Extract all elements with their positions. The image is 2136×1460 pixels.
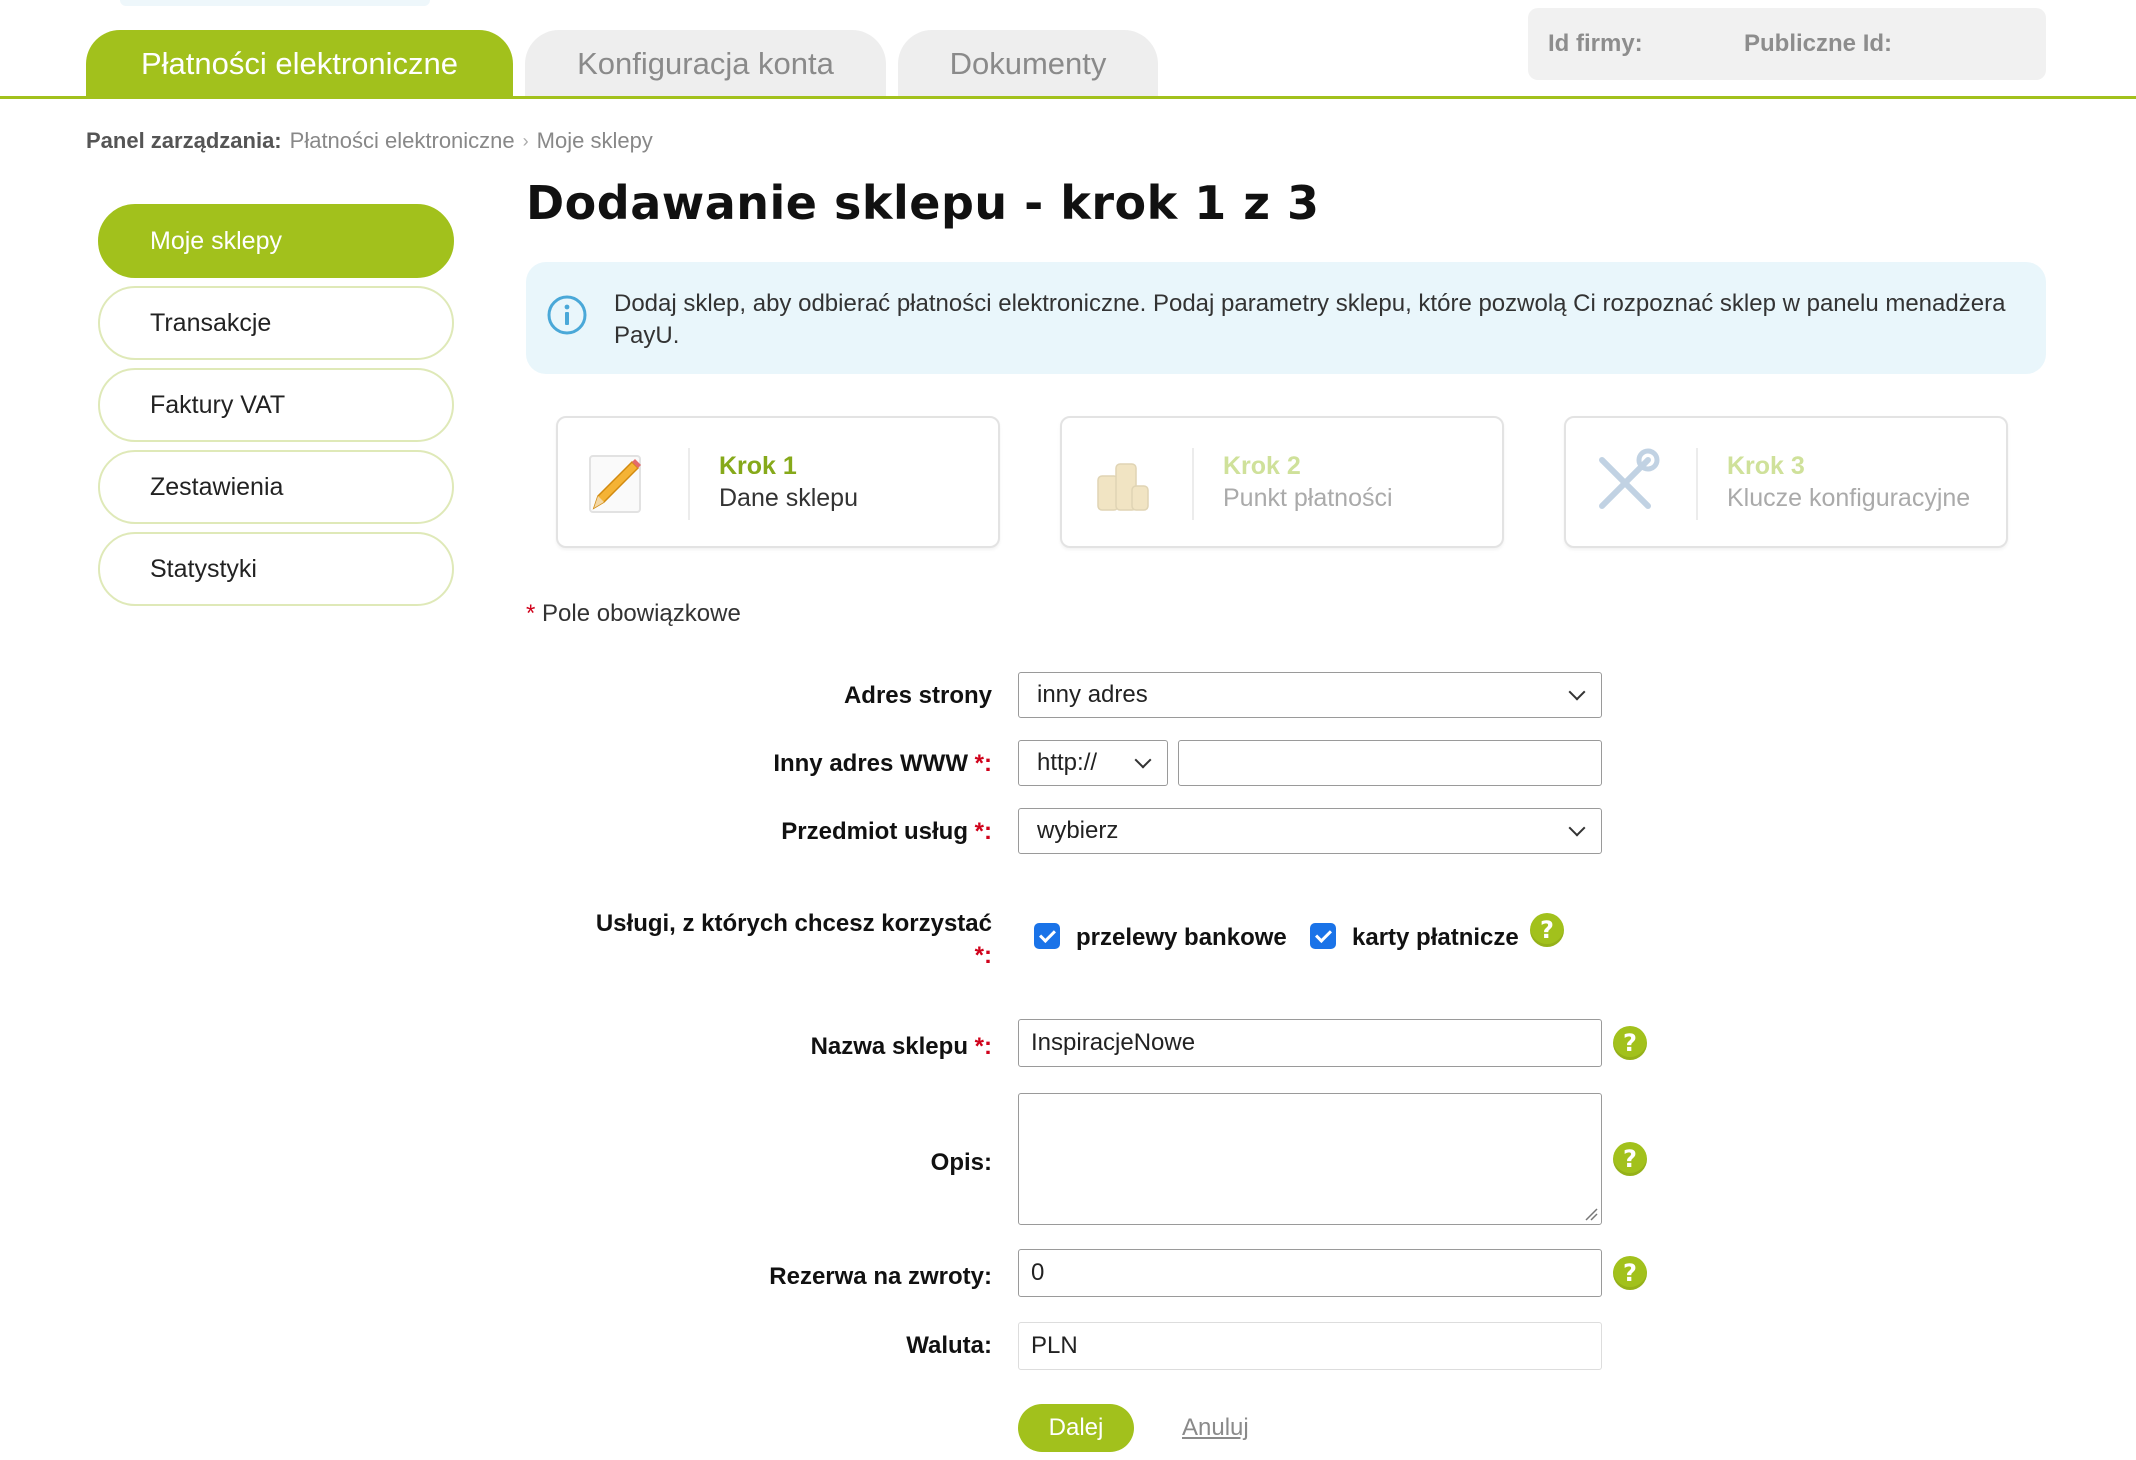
sidebar-item-statistics[interactable]: Statystyki: [98, 532, 454, 606]
step-1: Krok 1 Dane sklepu: [556, 416, 1000, 548]
shop-name-input[interactable]: InspiracjeNowe: [1018, 1019, 1602, 1067]
sidebar: Moje sklepy Transakcje Faktury VAT Zesta…: [98, 204, 454, 614]
description-textarea[interactable]: [1018, 1093, 1602, 1225]
tools-icon: [1599, 448, 1660, 509]
breadcrumb-link-payments[interactable]: Płatności elektroniczne: [290, 128, 515, 154]
public-id-label: Publiczne Id:: [1744, 30, 1893, 57]
step-number: Krok 3: [1727, 452, 1805, 480]
required-note: * Pole obowiązkowe: [526, 600, 741, 628]
payment-cards-label: karty płatnicze: [1352, 924, 1519, 951]
currency-value: PLN: [1031, 1332, 1078, 1359]
step-name: Klucze konfiguracyjne: [1727, 484, 1971, 512]
page-title: Dodawanie sklepu - krok 1 z 3: [526, 176, 1320, 230]
bank-transfers-checkbox[interactable]: [1034, 923, 1060, 949]
help-icon[interactable]: ?: [1613, 1142, 1647, 1176]
tab-account-config[interactable]: Konfiguracja konta: [525, 30, 886, 98]
shop-name-value: InspiracjeNowe: [1031, 1029, 1196, 1056]
address-select[interactable]: inny adres: [1018, 672, 1602, 718]
next-button[interactable]: Dalej: [1018, 1404, 1134, 1452]
top-decoration: [120, 0, 430, 6]
step-name: Punkt płatności: [1223, 484, 1393, 512]
sidebar-item-vat-invoices[interactable]: Faktury VAT: [98, 368, 454, 442]
subject-value: wybierz: [1037, 817, 1119, 844]
refund-reserve-input[interactable]: 0: [1018, 1249, 1602, 1297]
step-name: Dane sklepu: [719, 484, 858, 512]
subject-label: Przedmiot usług *:: [781, 818, 992, 845]
tab-documents[interactable]: Dokumenty: [898, 30, 1158, 98]
bank-transfers-label: przelewy bankowe: [1076, 924, 1287, 951]
company-id-box: Id firmy: Publiczne Id:: [1528, 8, 2046, 80]
step-number: Krok 1: [719, 452, 797, 480]
subject-select[interactable]: wybierz: [1018, 808, 1602, 854]
help-icon[interactable]: ?: [1613, 1256, 1647, 1290]
tab-payments[interactable]: Płatności elektroniczne: [86, 30, 513, 98]
www-input[interactable]: [1178, 740, 1602, 786]
sidebar-item-reports[interactable]: Zestawienia: [98, 450, 454, 524]
coins-icon: [1097, 463, 1149, 511]
protocol-select[interactable]: http://: [1018, 740, 1168, 786]
step-2: Krok 2 Punkt płatności: [1060, 416, 1504, 548]
sidebar-item-transactions[interactable]: Transakcje: [98, 286, 454, 360]
description-label: Opis:: [930, 1149, 992, 1176]
step-divider: [688, 448, 690, 520]
help-icon[interactable]: ?: [1613, 1026, 1647, 1060]
cancel-link[interactable]: Anuluj: [1182, 1414, 1249, 1442]
refund-reserve-label: Rezerwa na zwroty:: [769, 1263, 992, 1290]
resize-grip-icon[interactable]: [1584, 1207, 1598, 1221]
breadcrumb-current: Moje sklepy: [536, 128, 653, 153]
step-divider: [1192, 448, 1194, 520]
info-text: Dodaj sklep, aby odbierać płatności elek…: [614, 290, 2006, 349]
breadcrumb-separator: ›: [522, 130, 529, 151]
refund-reserve-value: 0: [1031, 1259, 1045, 1286]
info-box: Dodaj sklep, aby odbierać płatności elek…: [526, 262, 2046, 374]
currency-field: PLN: [1018, 1322, 1602, 1370]
sidebar-item-my-shops[interactable]: Moje sklepy: [98, 204, 454, 278]
main-tabs: Płatności elektroniczne Konfiguracja kon…: [86, 30, 1158, 98]
breadcrumb: Panel zarządzania: Płatności elektronicz…: [86, 128, 653, 154]
company-id-label: Id firmy:: [1548, 30, 1643, 57]
info-icon: [547, 295, 587, 335]
required-text: Pole obowiązkowe: [542, 600, 741, 627]
step-number: Krok 2: [1223, 452, 1301, 480]
step-3: Krok 3 Klucze konfiguracyjne: [1564, 416, 2008, 548]
shop-name-label: Nazwa sklepu *:: [810, 1033, 992, 1060]
services-label: Usługi, z których chcesz korzystać *:: [595, 910, 992, 969]
tabs-underline: [0, 96, 2136, 99]
protocol-value: http://: [1037, 749, 1098, 776]
help-icon[interactable]: ?: [1530, 913, 1564, 947]
address-value: inny adres: [1037, 681, 1148, 708]
www-label: Inny adres WWW *:: [773, 750, 992, 777]
pencil-icon: [589, 455, 641, 513]
step-divider: [1696, 448, 1698, 520]
currency-label: Waluta:: [906, 1332, 992, 1359]
address-label: Adres strony: [843, 682, 992, 709]
required-star: *: [526, 600, 536, 627]
breadcrumb-title: Panel zarządzania:: [86, 128, 282, 153]
payment-cards-checkbox[interactable]: [1310, 923, 1336, 949]
